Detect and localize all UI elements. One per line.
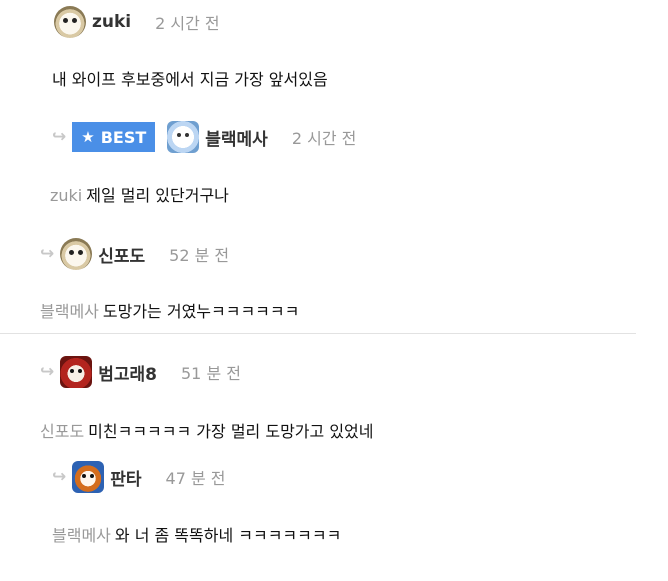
avatar[interactable] — [60, 238, 93, 270]
avatar[interactable] — [72, 461, 105, 493]
comment-body: 제일 멀리 있단거구나 — [86, 186, 229, 205]
comment-meta: ↪ 판타 47 분 전 — [52, 460, 226, 494]
best-label: BEST — [100, 127, 147, 147]
comment-meta: ↪ ★ BEST 블랙메사 2 시간 전 — [52, 120, 356, 154]
comment-meta: zuki 2 시간 전 — [54, 5, 220, 39]
comment-text: 내 와이프 후보중에서 지금 가장 앞서있음 — [52, 66, 328, 90]
reply-arrow-icon: ↪ — [52, 466, 67, 487]
mention[interactable]: zuki — [50, 186, 82, 205]
timestamp: 52 분 전 — [169, 246, 230, 265]
avatar[interactable] — [54, 6, 86, 38]
comment-body: 도망가는 거였누ㅋㅋㅋㅋㅋㅋ — [102, 302, 300, 321]
reply-arrow-icon: ↪ — [52, 126, 67, 147]
nickname[interactable]: zuki — [92, 12, 131, 32]
comment-body: 미친ㅋㅋㅋㅋㅋ 가장 멀리 도망가고 있었네 — [88, 422, 374, 441]
reply-arrow-icon: ↪ — [40, 361, 55, 382]
timestamp: 47 분 전 — [165, 469, 226, 488]
star-icon: ★ — [81, 128, 95, 146]
best-badge: ★ BEST — [72, 122, 156, 152]
comment-text: 블랙메사 와 너 좀 똑똑하네 ㅋㅋㅋㅋㅋㅋㅋ — [52, 522, 341, 546]
comment-text: 블랙메사 도망가는 거였누ㅋㅋㅋㅋㅋㅋ — [40, 298, 299, 322]
mention[interactable]: 블랙메사 — [40, 302, 99, 321]
nickname[interactable]: 범고래8 — [98, 360, 157, 385]
nickname[interactable]: 판타 — [110, 465, 141, 490]
timestamp: 2 시간 전 — [291, 129, 357, 148]
comment-body: 내 와이프 후보중에서 지금 가장 앞서있음 — [52, 70, 328, 89]
comment-text: 신포도 미친ㅋㅋㅋㅋㅋ 가장 멀리 도망가고 있었네 — [40, 418, 373, 442]
divider — [0, 333, 636, 334]
reply-arrow-icon: ↪ — [40, 243, 55, 264]
mention[interactable]: 블랙메사 — [52, 526, 111, 545]
comment-body: 와 너 좀 똑똑하네 ㅋㅋㅋㅋㅋㅋㅋ — [114, 526, 342, 545]
mention[interactable]: 신포도 — [40, 422, 84, 441]
timestamp: 51 분 전 — [181, 364, 241, 383]
comment-text: zuki 제일 멀리 있단거구나 — [50, 182, 229, 206]
comment-meta: ↪ 범고래8 51 분 전 — [40, 355, 241, 389]
avatar[interactable] — [167, 121, 200, 153]
nickname[interactable]: 신포도 — [98, 242, 145, 267]
comment-meta: ↪ 신포도 52 분 전 — [40, 237, 229, 271]
timestamp: 2 시간 전 — [155, 14, 220, 33]
avatar[interactable] — [60, 356, 93, 388]
nickname[interactable]: 블랙메사 — [205, 125, 268, 150]
